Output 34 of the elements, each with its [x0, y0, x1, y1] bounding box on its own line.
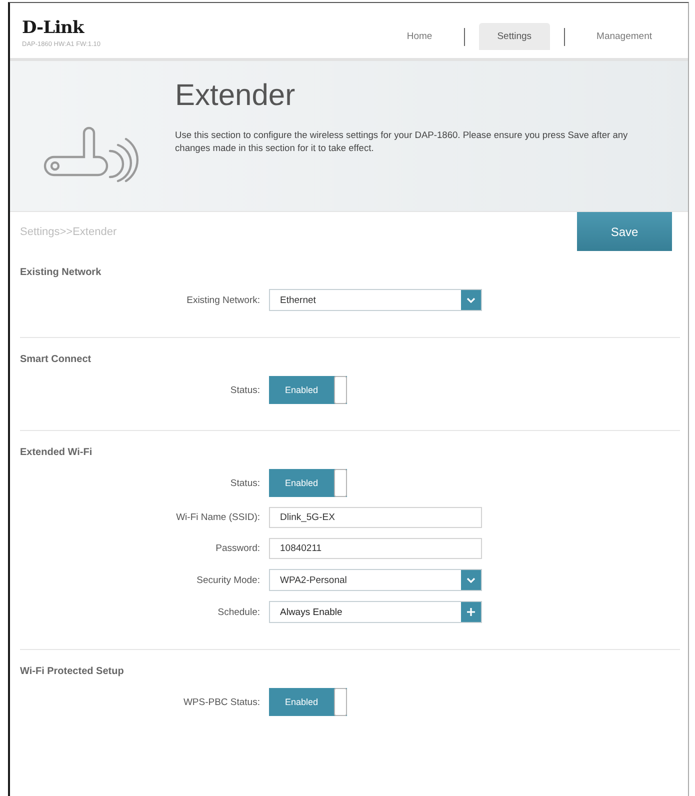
- status-toggle[interactable]: Enabled: [269, 376, 347, 404]
- nav-tab[interactable]: Home: [388, 23, 450, 50]
- breadcrumb: Settings>>Extender: [19, 226, 117, 238]
- field-label: Security Mode:: [196, 574, 260, 586]
- section-title: Smart Connect: [20, 353, 92, 367]
- nav-tab[interactable]: Management: [578, 23, 670, 50]
- status-toggle[interactable]: Enabled: [269, 469, 347, 497]
- field-label: Schedule:: [216, 606, 260, 618]
- logo: D-Link: [22, 18, 86, 38]
- nav-tab[interactable]: Settings: [479, 23, 550, 50]
- chevron-down-icon: [461, 290, 481, 310]
- save-button[interactable]: Save: [577, 212, 672, 251]
- dropdown-select[interactable]: WPA2-Personal: [269, 569, 482, 591]
- toggle-knob: [334, 688, 347, 716]
- field-label: WPS-PBC Status:: [182, 696, 260, 708]
- chevron-down-icon: [461, 570, 481, 590]
- field-label: Wi-Fi Name (SSID):: [175, 512, 260, 523]
- section-title: Wi-Fi Protected Setup: [20, 665, 125, 679]
- text-field[interactable]: Dlink_5G-EX: [269, 507, 482, 528]
- schedule-select[interactable]: Always Enable: [269, 601, 482, 623]
- field-label: Status:: [229, 384, 260, 396]
- text-field[interactable]: 10840211: [269, 538, 482, 559]
- toggle-knob: [334, 376, 347, 404]
- page-title: Extender: [175, 79, 296, 113]
- section-title: Extended Wi-Fi: [20, 446, 94, 460]
- dropdown-select[interactable]: Ethernet: [269, 289, 482, 311]
- status-toggle[interactable]: Enabled: [269, 688, 347, 716]
- section-title: Existing Network: [20, 266, 102, 280]
- field-label: Existing Network:: [186, 294, 260, 306]
- plus-icon: [461, 602, 481, 622]
- page-description: Use this section to configure the wireless settings for your DAP-1860. Please ensure you press Save after any changes made in this section for it to take effect.: [175, 129, 629, 156]
- field-label: Status:: [229, 478, 260, 488]
- field-label: Password:: [214, 543, 260, 554]
- toggle-knob: [334, 469, 347, 497]
